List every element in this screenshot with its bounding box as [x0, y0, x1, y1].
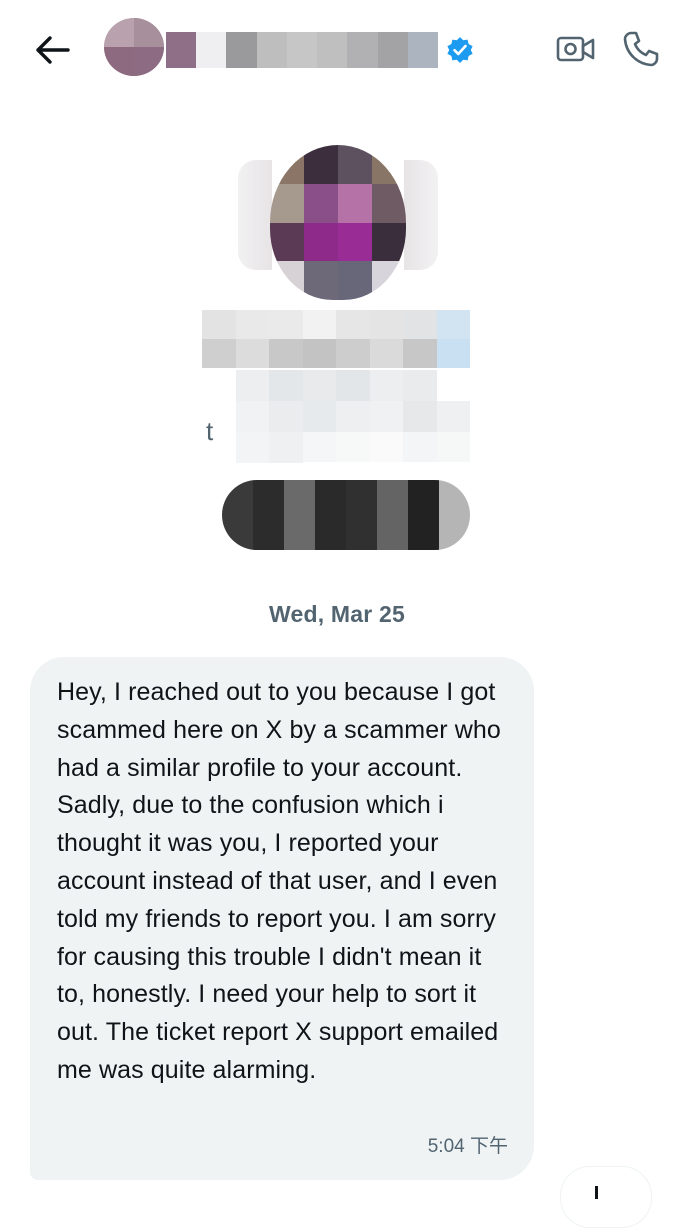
back-button[interactable]	[30, 30, 74, 70]
avatar[interactable]	[104, 18, 164, 76]
arrow-left-icon	[36, 36, 70, 64]
message-bubble[interactable]: Hey, I reached out to you because I got …	[30, 657, 534, 1180]
video-camera-icon	[556, 36, 595, 62]
conversation-header	[0, 0, 674, 100]
redaction-blur	[238, 160, 272, 270]
redaction-blur	[404, 160, 438, 270]
profile-handle-fragment: t	[206, 416, 214, 446]
next-message-bubble-partial[interactable]	[560, 1166, 652, 1228]
contact-name-redacted[interactable]	[166, 32, 438, 68]
message-text: Hey, I reached out to you because I got …	[57, 678, 501, 1084]
video-call-button[interactable]	[552, 27, 600, 71]
profile-handle-redacted	[236, 370, 470, 463]
profile-avatar-redacted[interactable]	[270, 145, 406, 300]
message-timestamp: 5:04 下午	[427, 1136, 508, 1157]
voice-call-button[interactable]	[617, 26, 665, 72]
profile-name-redacted	[202, 310, 470, 368]
view-profile-button-redacted[interactable]	[222, 480, 470, 550]
verified-badge-icon	[447, 37, 473, 63]
date-separator: Wed, Mar 25	[269, 601, 405, 627]
phone-icon	[623, 31, 659, 67]
next-message-text-partial	[595, 1186, 598, 1199]
